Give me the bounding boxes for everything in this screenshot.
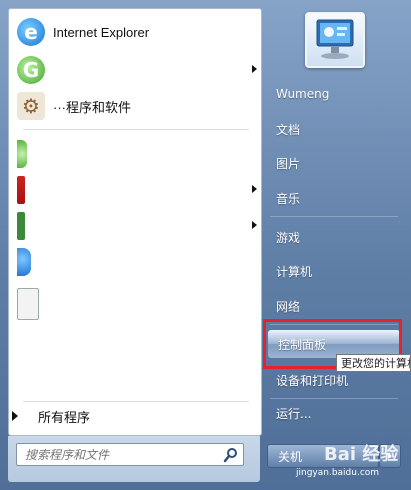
ie-icon: e bbox=[17, 18, 45, 46]
start-menu: e Internet Explorer G ⚙ ···程序和软件 所有程序 搜索… bbox=[0, 0, 411, 490]
user-picture[interactable] bbox=[305, 12, 365, 68]
program-item[interactable] bbox=[17, 209, 257, 243]
separator bbox=[270, 216, 398, 217]
program-item[interactable] bbox=[17, 287, 257, 321]
submenu-arrow-icon bbox=[252, 185, 257, 193]
separator bbox=[23, 401, 249, 402]
user-name[interactable]: Wumeng bbox=[266, 80, 404, 108]
tools-icon: ⚙ bbox=[17, 92, 45, 120]
all-programs-label: 所有程序 bbox=[38, 409, 91, 425]
program-item[interactable]: G bbox=[17, 53, 257, 87]
documents-item[interactable]: 文档 bbox=[266, 115, 404, 143]
tooltip: 更改您的计算机 bbox=[336, 354, 411, 372]
watermark: Bai 经验 jingyan.baidu.com bbox=[284, 428, 410, 488]
watermark-url: jingyan.baidu.com bbox=[296, 468, 380, 478]
watermark-text: Bai 经验 bbox=[324, 444, 399, 465]
document-icon bbox=[17, 288, 39, 320]
music-item[interactable]: 音乐 bbox=[266, 184, 404, 212]
submenu-arrow-icon bbox=[252, 65, 257, 73]
program-label: Internet Explorer bbox=[53, 24, 150, 40]
blue-app-icon bbox=[17, 248, 31, 276]
pictures-item[interactable]: 图片 bbox=[266, 149, 404, 177]
green-app-icon bbox=[17, 140, 27, 168]
program-item[interactable]: ⚙ ···程序和软件 bbox=[17, 89, 257, 123]
media-icon bbox=[17, 176, 25, 204]
all-programs-button[interactable]: 所有程序 bbox=[12, 404, 244, 428]
program-item[interactable] bbox=[17, 245, 257, 279]
computer-item[interactable]: 计算机 bbox=[266, 257, 404, 285]
programs-panel: e Internet Explorer G ⚙ ···程序和软件 bbox=[8, 8, 262, 436]
program-label: ···程序和软件 bbox=[53, 99, 131, 115]
search-box[interactable] bbox=[16, 443, 244, 466]
network-item[interactable]: 网络 bbox=[266, 292, 404, 320]
green-app-icon: G bbox=[17, 56, 45, 84]
computer-monitor-icon bbox=[316, 19, 354, 59]
search-input[interactable] bbox=[23, 446, 217, 463]
program-item[interactable] bbox=[17, 137, 257, 171]
program-internet-explorer[interactable]: e Internet Explorer bbox=[17, 15, 257, 49]
separator bbox=[23, 129, 249, 130]
app-icon bbox=[17, 212, 25, 240]
right-triangle-icon bbox=[12, 411, 18, 421]
games-item[interactable]: 游戏 bbox=[266, 223, 404, 251]
submenu-arrow-icon bbox=[252, 221, 257, 229]
search-icon[interactable] bbox=[223, 447, 239, 463]
program-item[interactable] bbox=[17, 173, 257, 207]
run-item[interactable]: 运行... bbox=[266, 399, 404, 427]
